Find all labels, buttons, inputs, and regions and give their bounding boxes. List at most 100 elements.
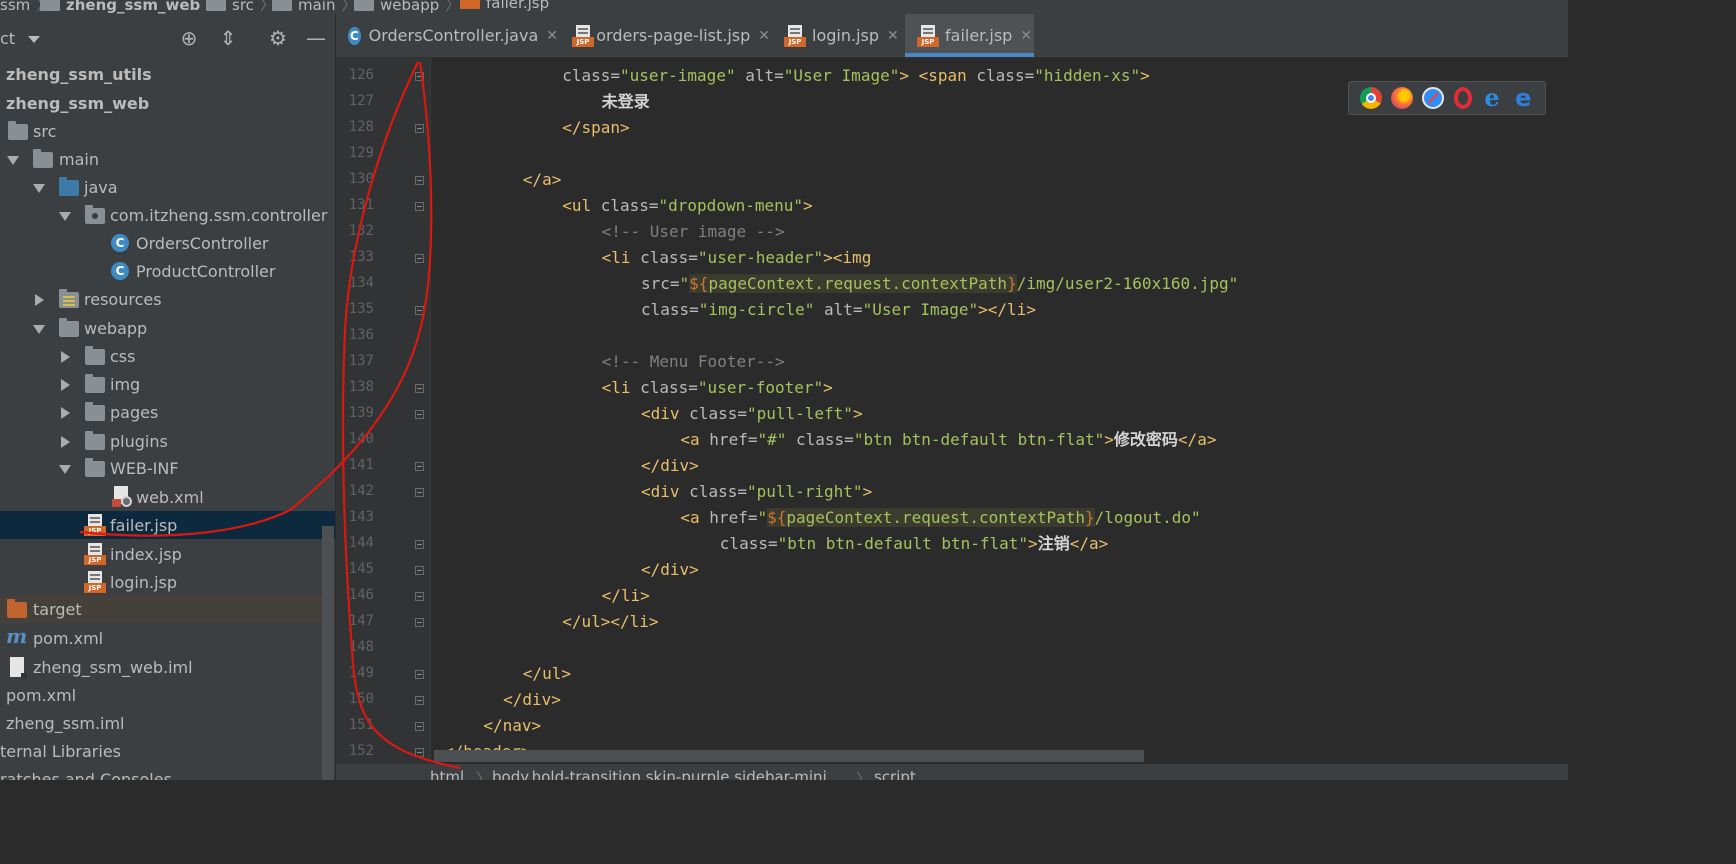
code-line[interactable]: <a href="#" class="btn btn-default btn-f… [680,427,1216,453]
structure-item[interactable]: html [430,768,464,780]
tree-item-css[interactable]: css [0,342,335,370]
code-line[interactable]: </div> [503,687,561,713]
tree-item-web-iml[interactable]: zheng_ssm_web.iml [0,653,335,681]
tree-item-zheng-ssm-web[interactable]: zheng_ssm_web [0,89,335,117]
breadcrumb-item[interactable]: failer.jsp [460,0,549,12]
code-line[interactable]: </nav> [483,713,541,739]
tree-item-src[interactable]: src [0,117,335,145]
ie-icon[interactable]: e [1481,86,1503,110]
code-line[interactable]: <div class="pull-left"> [641,401,863,427]
tab-failer-jsp[interactable]: JSP failer.jsp ✕ [905,14,1034,57]
fold-marker-icon[interactable] [415,722,424,731]
tree-item-webapp[interactable]: webapp [0,314,335,342]
tree-item-product-controller[interactable]: C ProductController [0,257,335,285]
breadcrumb-item[interactable]: zheng_ssm_web〉 [40,0,221,14]
fold-marker-icon[interactable] [415,696,424,705]
close-icon[interactable]: ✕ [758,28,770,44]
code-line[interactable]: 未登录 [602,89,650,115]
horizontal-scrollbar[interactable] [434,750,1144,762]
code-line[interactable]: </ul></li> [562,609,658,635]
tree-item-web-inf[interactable]: WEB-INF [0,454,335,482]
fold-marker-icon[interactable] [415,462,424,471]
chrome-icon[interactable] [1359,87,1382,109]
close-icon[interactable]: ✕ [1020,28,1032,44]
project-panel-scrollbar[interactable] [322,526,334,780]
tab-login-jsp[interactable]: JSP login.jsp ✕ [772,14,902,57]
fold-marker-icon[interactable] [415,670,424,679]
fold-marker-icon[interactable] [415,254,424,263]
fold-marker-icon[interactable] [415,748,424,757]
code-line[interactable]: src="${pageContext.request.contextPath}/… [641,271,1238,297]
code-line[interactable]: class="btn btn-default btn-flat">注销</a> [720,531,1108,557]
fold-marker-icon[interactable] [415,592,424,601]
code-line[interactable]: </div> [641,453,699,479]
tree-item-web-xml[interactable]: web.xml [0,483,335,511]
tree-item-root-iml[interactable]: zheng_ssm.iml [0,709,335,737]
expand-arrow-icon[interactable] [32,181,46,195]
fold-marker-icon[interactable] [415,384,424,393]
minimize-icon[interactable]: — [304,26,328,50]
tree-item-pages[interactable]: pages [0,398,335,426]
collapse-arrow-icon[interactable] [32,293,46,307]
code-line[interactable]: </div> [641,557,699,583]
fold-marker-icon[interactable] [415,618,424,627]
close-icon[interactable]: ✕ [887,28,899,44]
tree-item-main[interactable]: main [0,145,335,173]
fold-marker-icon[interactable] [415,72,424,81]
tree-item-target[interactable]: target [0,595,335,623]
edge-icon[interactable]: e [1512,86,1534,110]
fold-marker-icon[interactable] [415,488,424,497]
collapse-arrow-icon[interactable] [58,435,72,449]
gear-icon[interactable]: ⚙ [266,26,290,50]
tree-item-external-libraries[interactable]: ternal Libraries [0,737,335,765]
tab-orders-page-list[interactable]: JSP orders-page-list.jsp ✕ [560,14,770,57]
expand-arrow-icon[interactable] [58,462,72,476]
tree-item-index-jsp[interactable]: JSP index.jsp [0,540,335,568]
tree-item-package[interactable]: com.itzheng.ssm.controller [0,201,335,229]
tree-item-failer-jsp[interactable]: JSP failer.jsp [0,511,335,539]
breadcrumb-item[interactable]: webapp 〉 [354,0,460,14]
code-line[interactable]: <ul class="dropdown-menu"> [562,193,812,219]
fold-marker-icon[interactable] [415,124,424,133]
tab-orders-controller[interactable]: C OrdersController.java ✕ [336,14,558,57]
code-line[interactable]: </a> [523,167,562,193]
fold-marker-icon[interactable] [415,410,424,419]
expand-arrow-icon[interactable] [6,153,20,167]
code-line[interactable]: <div class="pull-right"> [641,479,872,505]
tree-item-img[interactable]: img [0,370,335,398]
breadcrumb-item[interactable]: src 〉 [206,0,275,14]
tree-item-resources[interactable]: resources [0,285,335,313]
project-panel-title[interactable]: ct [0,29,15,48]
expand-arrow-icon[interactable] [32,322,46,336]
code-line[interactable]: <!-- User image --> [602,219,785,245]
firefox-icon[interactable] [1390,87,1413,109]
structure-item[interactable]: body.hold-transition.skin-purple.sidebar… [492,768,827,780]
locate-crosshair-icon[interactable]: ⊕ [177,26,201,50]
code-line[interactable]: </li> [602,583,650,609]
chevron-down-icon[interactable] [28,36,40,43]
code-line[interactable]: <a href="${pageContext.request.contextPa… [680,505,1201,531]
collapse-all-icon[interactable]: ⇕ [216,26,240,50]
breadcrumb-item[interactable]: main 〉 [272,0,357,14]
safari-icon[interactable] [1422,87,1445,109]
fold-marker-icon[interactable] [415,540,424,549]
code-editor[interactable]: 126 127 128 129 130 131 132 133 134 135 136 137 138 1… [336,58,1568,764]
collapse-arrow-icon[interactable] [58,378,72,392]
close-icon[interactable]: ✕ [546,28,558,44]
expand-arrow-icon[interactable] [58,209,72,223]
tree-item-plugins[interactable]: plugins [0,427,335,455]
tree-item-pom-xml[interactable]: m pom.xml [0,624,335,652]
code-line[interactable]: class="user-image" alt="User Image"> <sp… [562,63,1150,89]
code-line[interactable]: </ul> [523,661,571,687]
tree-item-zheng-ssm-utils[interactable]: zheng_ssm_utils [0,60,335,88]
structure-item[interactable]: script [874,768,916,780]
opera-icon[interactable] [1453,87,1472,109]
code-line[interactable]: <li class="user-footer"> [602,375,833,401]
fold-marker-icon[interactable] [415,176,424,185]
fold-marker-icon[interactable] [415,306,424,315]
tree-item-java[interactable]: java [0,173,335,201]
code-line[interactable]: <li class="user-header"><img [602,245,872,271]
fold-marker-icon[interactable] [415,566,424,575]
tree-item-orders-controller[interactable]: C OrdersController [0,229,335,257]
tree-item-login-jsp[interactable]: JSP login.jsp [0,568,335,596]
